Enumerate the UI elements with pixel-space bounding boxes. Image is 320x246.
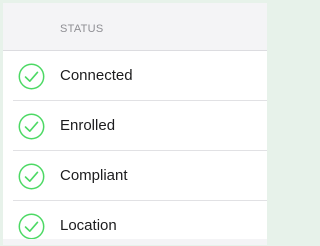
status-label: Location xyxy=(60,217,117,234)
check-circle-icon xyxy=(18,163,45,190)
status-label: Enrolled xyxy=(60,117,116,134)
status-row-compliant: Compliant xyxy=(3,151,267,201)
status-list: Connected Enrolled Compliant Location xyxy=(3,51,267,245)
section-footer xyxy=(3,239,267,245)
status-panel: STATUS Connected Enrolled Compliant Loca… xyxy=(3,3,267,245)
status-row-enrolled: Enrolled xyxy=(3,101,267,151)
check-circle-icon xyxy=(18,113,45,140)
section-title: STATUS xyxy=(60,23,104,35)
status-section-header: STATUS xyxy=(3,3,267,51)
check-circle-icon xyxy=(18,213,45,240)
check-circle-icon xyxy=(18,63,45,90)
status-label: Connected xyxy=(60,67,133,84)
status-row-connected: Connected xyxy=(3,51,267,101)
status-label: Compliant xyxy=(60,167,128,184)
